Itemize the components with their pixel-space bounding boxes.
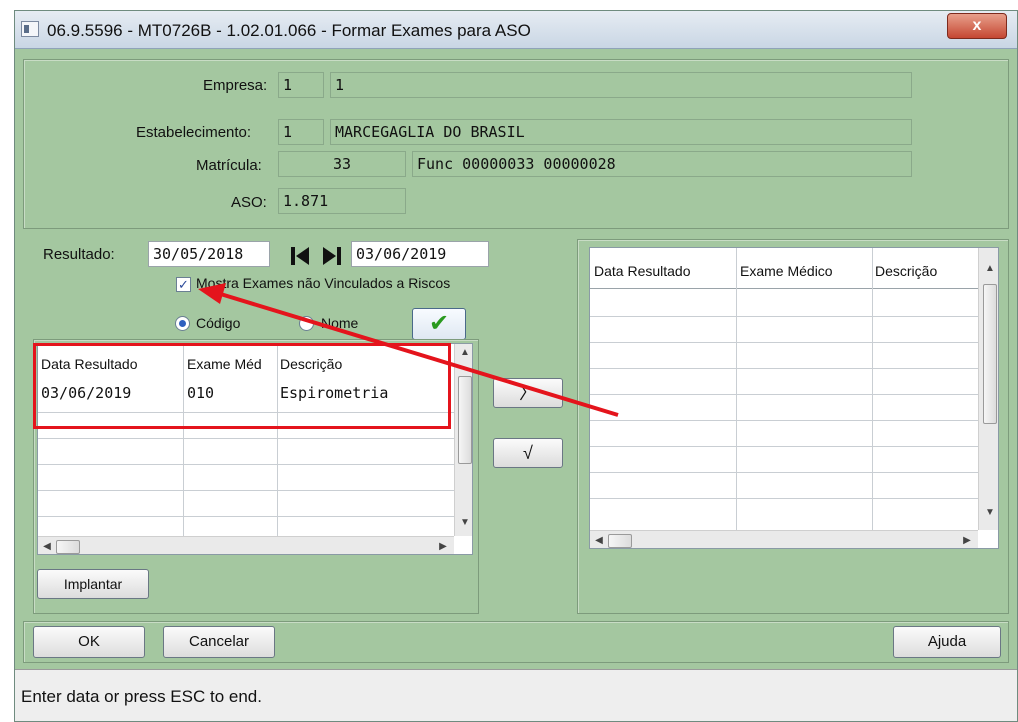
codigo-radio[interactable]: [175, 316, 190, 331]
estabelecimento-name-field: MARCEGAGLIA DO BRASIL: [330, 119, 912, 145]
matricula-field[interactable]: 33: [278, 151, 406, 177]
funcionario-name-field: Func 00000033 00000028: [412, 151, 912, 177]
left-grid-vscroll[interactable]: ▲ ▼: [454, 344, 472, 536]
ok-button[interactable]: OK: [33, 626, 145, 658]
right-col-header-descricao[interactable]: Descrição: [875, 263, 937, 279]
selected-exams-grid: Data Resultado Exame Médico Descrição ▲ …: [589, 247, 999, 549]
nome-label: Nome: [321, 315, 359, 331]
title-bar: 06.9.5596 - MT0726B - 1.02.01.066 - Form…: [15, 11, 1017, 49]
remove-exam-button[interactable]: √: [493, 438, 563, 468]
right-col-header-data-resultado[interactable]: Data Resultado: [594, 263, 691, 279]
right-grid-vscroll[interactable]: ▲ ▼: [978, 248, 998, 530]
mostra-exames-label: Mostra Exames não Vinculados a Riscos: [196, 275, 451, 291]
estabelecimento-label: Estabelecimento:: [136, 124, 252, 141]
add-exam-button[interactable]: 〉: [493, 378, 563, 408]
window-title: 06.9.5596 - MT0726B - 1.02.01.066 - Form…: [47, 21, 531, 40]
annotation-highlight-box: [33, 343, 451, 429]
status-bar: Enter data or press ESC to end.: [15, 669, 1017, 721]
right-col-header-exame-medico[interactable]: Exame Médico: [740, 263, 833, 279]
mostra-exames-checkbox[interactable]: ✓: [176, 277, 191, 292]
estabelecimento-code-field[interactable]: 1: [278, 119, 324, 145]
ajuda-button[interactable]: Ajuda: [893, 626, 1001, 658]
aso-field: 1.871: [278, 188, 406, 214]
matricula-label: Matrícula:: [196, 157, 262, 174]
empresa-name-field: 1: [330, 72, 912, 98]
empresa-label: Empresa:: [203, 77, 268, 94]
cancelar-button[interactable]: Cancelar: [163, 626, 275, 658]
implantar-button[interactable]: Implantar: [37, 569, 149, 599]
aso-label: ASO:: [231, 194, 267, 211]
first-record-icon[interactable]: [288, 244, 312, 268]
resultado-label: Resultado:: [43, 246, 115, 263]
last-record-icon[interactable]: [320, 244, 344, 268]
close-button[interactable]: x: [947, 13, 1007, 39]
window-icon: [21, 21, 39, 37]
codigo-label: Código: [196, 315, 241, 331]
date-to-input[interactable]: 03/06/2019: [351, 241, 489, 267]
left-grid-hscroll[interactable]: ◀ ▶: [38, 536, 454, 554]
right-grid-hscroll[interactable]: ◀ ▶: [590, 530, 978, 548]
nome-radio[interactable]: [299, 316, 314, 331]
confirm-filter-button[interactable]: ✔: [412, 308, 466, 340]
empresa-code-field[interactable]: 1: [278, 72, 324, 98]
date-from-input[interactable]: 30/05/2018: [148, 241, 270, 267]
